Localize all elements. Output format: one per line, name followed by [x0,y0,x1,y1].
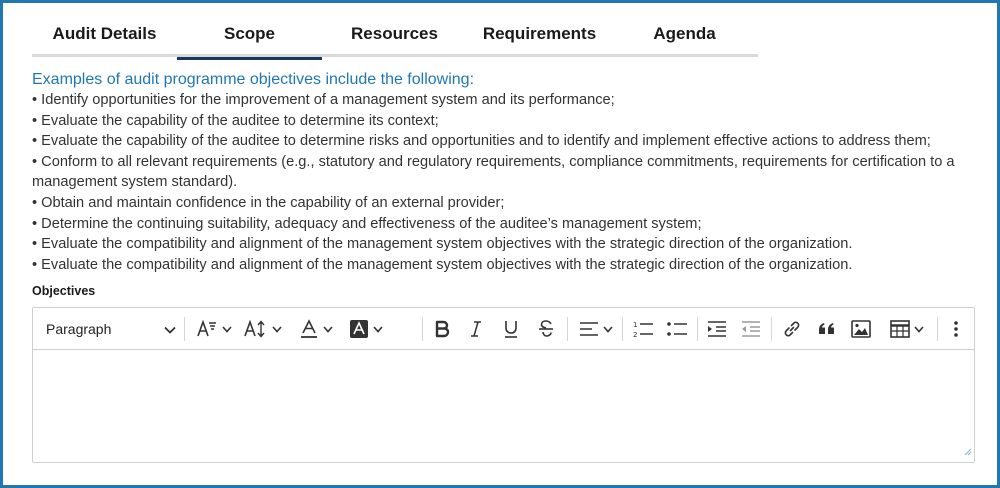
editor-content-area[interactable] [33,350,974,462]
underline-button[interactable] [498,308,524,350]
toolbar-separator [422,317,423,341]
chevron-down-icon [603,325,613,333]
svg-text:2: 2 [633,331,637,339]
indent-button[interactable] [703,308,731,350]
toolbar-separator [184,317,185,341]
italic-button[interactable] [463,308,489,350]
underline-icon [503,319,519,339]
objectives-editor: Paragraph 1 2 [32,307,975,463]
objectives-intro: Examples of audit programme objectives i… [32,71,475,88]
bold-icon [434,320,450,338]
numbered-list-icon: 12 [632,319,654,339]
toolbar-separator [697,317,698,341]
alignment-button[interactable] [574,308,618,350]
line-height-button[interactable] [241,308,285,350]
chevron-down-icon [222,325,232,333]
tab-audit-details[interactable]: Audit Details [32,11,177,57]
tab-requirements[interactable]: Requirements [467,11,612,57]
bulleted-list-icon [666,320,688,338]
font-color-button[interactable] [295,308,337,350]
line-height-icon [244,319,268,339]
chevron-down-icon [373,325,383,333]
tab-bar: Audit Details Scope Resources Requiremen… [32,11,758,60]
toolbar-separator [622,317,623,341]
strikethrough-button[interactable] [533,308,559,350]
background-color-icon [349,319,369,339]
objectives-list: • Identify opportunities for the improve… [32,90,982,275]
blockquote-button[interactable] [813,308,841,350]
page-frame: Audit Details Scope Resources Requiremen… [0,0,1000,488]
svg-text:1: 1 [633,321,637,329]
toolbar-separator [937,317,938,341]
chevron-down-icon [323,325,333,333]
objectives-label: Objectives [32,284,96,298]
image-icon [851,320,871,338]
italic-icon [469,320,483,338]
bold-button[interactable] [429,308,455,350]
more-options-icon [953,320,959,338]
chevron-down-icon [272,325,282,333]
font-size-icon [196,319,218,339]
editor-toolbar: Paragraph 1 2 [33,308,974,350]
align-icon [579,321,599,337]
link-button[interactable] [778,308,806,350]
list-item: • Evaluate the capability of the auditee… [32,112,439,129]
blockquote-icon [818,322,836,336]
list-item: • Determine the continuing suitability, … [32,215,702,232]
strikethrough-icon [538,319,554,339]
list-item: • Evaluate the compatibility and alignme… [32,256,853,273]
link-icon [783,320,801,338]
toolbar-separator [567,317,568,341]
font-size-button[interactable] [193,308,235,350]
table-icon [890,320,910,338]
tab-scope[interactable]: Scope [177,11,322,60]
bulleted-list-button[interactable] [663,308,691,350]
list-item: • Obtain and maintain confidence in the … [32,194,505,211]
image-button[interactable] [847,308,875,350]
table-button[interactable] [883,308,931,350]
list-item: • Evaluate the capability of the auditee… [32,133,931,150]
more-options-button[interactable] [943,308,969,350]
numbered-list-button[interactable]: 12 [629,308,657,350]
chevron-down-icon [164,321,176,337]
list-item: • Identify opportunities for the improve… [32,92,615,108]
paragraph-select[interactable]: Paragraph [46,308,176,350]
background-color-button[interactable] [345,308,387,350]
tab-resources[interactable]: Resources [322,11,467,57]
toolbar-separator [771,317,772,341]
resize-handle-icon[interactable] [964,441,972,460]
outdent-button[interactable] [737,308,765,350]
list-item: • Evaluate the compatibility and alignme… [32,236,853,253]
scope-description: Examples of audit programme objectives i… [32,70,982,275]
paragraph-select-label: Paragraph [46,321,112,337]
outdent-icon [741,320,761,338]
tab-agenda[interactable]: Agenda [612,11,757,57]
chevron-down-icon [914,325,924,333]
indent-icon [707,320,727,338]
list-item: • Conform to all relevant requirements (… [32,153,955,191]
font-color-icon [299,319,319,339]
